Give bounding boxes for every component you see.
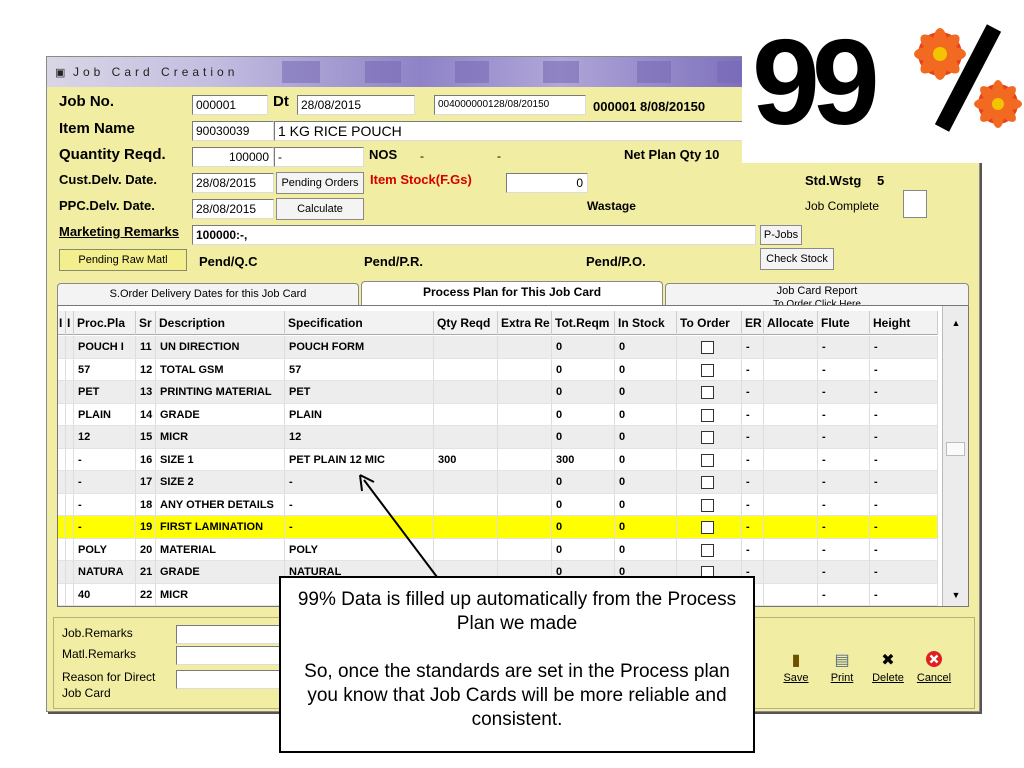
callout-line-2: So, once the standards are set in the Pr… — [304, 661, 730, 730]
callout-line-1: 99% Data is filled up automatically from… — [297, 589, 737, 634]
slide: ▣ Job Card Creation Job No. 000001 Dt 28… — [0, 0, 1024, 768]
annotation-callout: 99% Data is filled up automatically from… — [279, 576, 755, 753]
